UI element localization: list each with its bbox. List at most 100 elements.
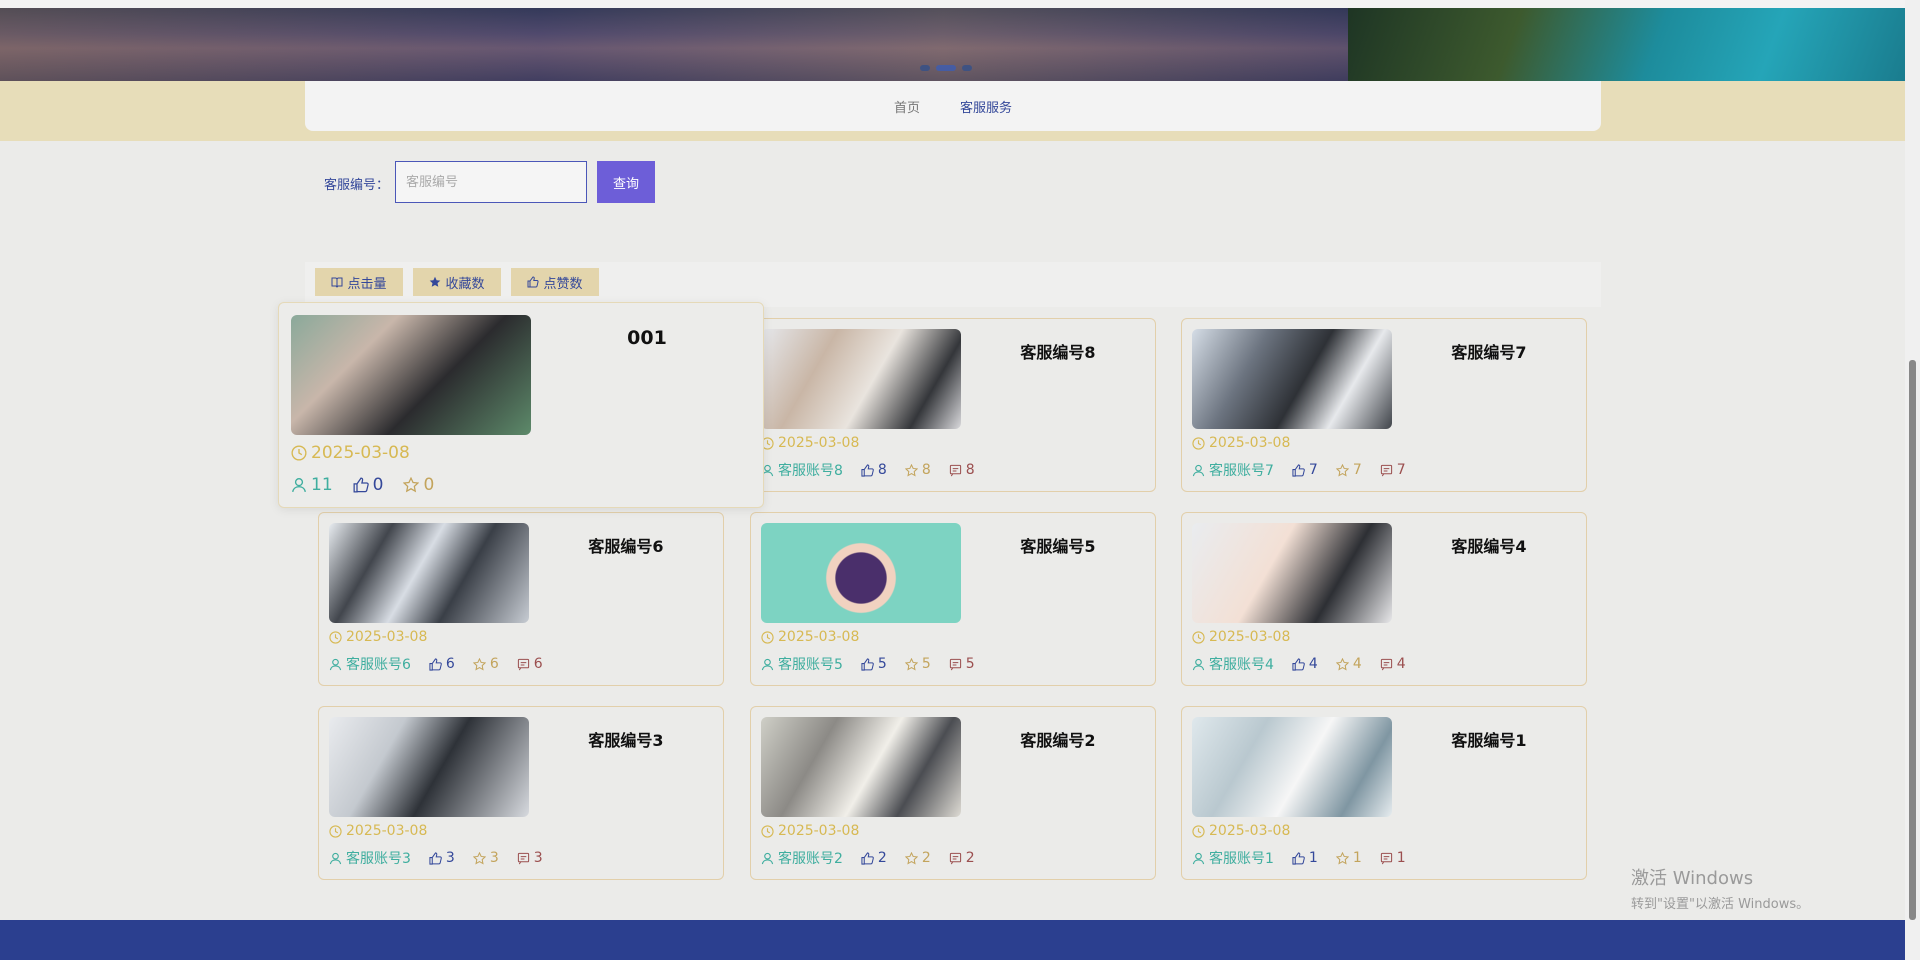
banner-carousel [0,8,1905,81]
service-card-hovered[interactable]: 001 2025-03-08 11 0 0 [278,302,764,508]
star-icon [1335,463,1349,477]
service-card[interactable]: 客服编号2 2025-03-08 客服账号2 2 2 2 [750,706,1156,880]
card-account: 客服账号7 [1192,460,1274,480]
card-date: 2025-03-08 [761,629,859,645]
card-title[interactable]: 客服编号2 [961,727,1155,751]
card-account: 客服账号4 [1192,654,1274,674]
scrollbar-thumb[interactable] [1909,360,1916,920]
card-comments-value: 4 [1396,656,1406,672]
card-photo[interactable] [291,315,531,435]
page-scrollbar[interactable] [1905,0,1920,960]
card-photo[interactable] [1192,717,1392,817]
card-title[interactable]: 客服编号8 [961,339,1155,363]
card-likes: 7 [1292,462,1318,478]
card-account-text: 客服账号7 [1209,463,1274,479]
service-card[interactable]: 客服编号6 2025-03-08 客服账号6 6 6 6 [318,512,724,686]
card-account-text: 客服账号2 [778,851,843,867]
card-photo[interactable] [329,717,529,817]
card-date-text: 2025-03-08 [1209,435,1291,451]
sort-favorites-button[interactable]: 收藏数 [413,268,501,296]
card-favorites: 6 [472,656,499,672]
thumbs-up-icon [1292,851,1305,865]
comment-icon [1380,658,1392,670]
thumbs-up-icon [429,657,442,671]
service-card[interactable]: 客服编号5 2025-03-08 客服账号5 5 5 5 [750,512,1156,686]
card-date: 2025-03-08 [329,629,427,645]
nav-home-link[interactable]: 首页 [894,97,920,116]
card-comments: 6 [517,656,543,672]
card-favorites-value: 7 [1352,462,1362,478]
sort-likes-button[interactable]: 点赞数 [511,268,599,296]
comment-icon [1380,464,1392,476]
service-card[interactable]: 客服编号8 2025-03-08 客服账号8 8 8 8 [750,318,1156,492]
service-card[interactable]: 客服编号4 2025-03-08 客服账号4 4 4 4 [1181,512,1587,686]
card-meta: 客服账号1 1 1 1 [1192,848,1406,868]
card-account: 客服账号8 [761,460,843,480]
card-account-text: 客服账号6 [346,657,411,673]
clock-icon [329,824,342,838]
card-photo[interactable] [761,523,961,623]
card-meta: 客服账号8 8 8 8 [761,460,975,480]
card-date-text: 2025-03-08 [778,629,860,645]
card-date: 2025-03-08 [1192,435,1290,451]
card-favorites-value: 0 [423,475,435,495]
card-likes: 6 [429,656,455,672]
card-meta: 客服账号7 7 7 7 [1192,460,1406,480]
service-card[interactable]: 客服编号1 2025-03-08 客服账号1 1 1 1 [1181,706,1587,880]
clock-icon [1192,630,1205,644]
card-title[interactable]: 客服编号7 [1392,339,1586,363]
user-icon [329,852,342,864]
card-photo[interactable] [761,717,961,817]
search-input[interactable] [395,161,587,203]
user-icon [1192,658,1205,670]
card-comments: 1 [1380,850,1406,866]
card-favorites-value: 1 [1352,850,1362,866]
card-title[interactable]: 客服编号3 [529,727,723,751]
card-photo[interactable] [329,523,529,623]
carousel-dot[interactable] [962,65,972,71]
clock-icon [329,630,342,644]
service-card[interactable]: 客服编号7 2025-03-08 客服账号7 7 7 7 [1181,318,1587,492]
card-likes-value: 6 [445,656,455,672]
card-account: 客服账号3 [329,848,411,868]
sort-clicks-label: 点击量 [347,276,387,292]
card-favorites-value: 3 [489,850,499,866]
sort-clicks-button[interactable]: 点击量 [315,268,403,296]
card-account: 客服账号5 [761,654,843,674]
carousel-indicators[interactable] [920,65,972,71]
nav-service-link[interactable]: 客服服务 [960,97,1012,116]
card-date-text: 2025-03-08 [1209,823,1291,839]
card-comments-value: 3 [533,850,543,866]
card-photo[interactable] [1192,523,1392,623]
user-icon [292,478,306,493]
service-card[interactable]: 客服编号3 2025-03-08 客服账号3 3 3 3 [318,706,724,880]
card-likes-value: 1 [1308,850,1318,866]
card-clicks: 11 [291,475,333,495]
card-favorites: 2 [904,850,931,866]
search-button[interactable]: 查询 [597,161,655,203]
clock-icon [761,630,774,644]
watermark-line1: 激活 Windows [1631,868,1754,889]
card-title[interactable]: 客服编号5 [961,533,1155,557]
card-comments-value: 5 [965,656,975,672]
user-icon [1192,852,1205,864]
card-likes-value: 8 [877,462,887,478]
card-likes: 0 [353,475,383,495]
card-title[interactable]: 001 [531,327,763,349]
card-title[interactable]: 客服编号1 [1392,727,1586,751]
carousel-dot-active[interactable] [936,65,956,71]
card-photo[interactable] [1192,329,1392,429]
card-title[interactable]: 客服编号4 [1392,533,1586,557]
card-title[interactable]: 客服编号6 [529,533,723,557]
carousel-dot[interactable] [920,65,930,71]
footer [0,920,1905,960]
thumbs-up-icon [429,851,442,865]
star-icon [904,463,918,477]
card-likes: 3 [429,850,455,866]
card-date: 2025-03-08 [1192,823,1290,839]
card-likes-value: 3 [445,850,455,866]
card-photo[interactable] [761,329,961,429]
thumbs-up-icon [527,276,540,288]
card-account-text: 客服账号4 [1209,657,1274,673]
card-meta: 客服账号3 3 3 3 [329,848,543,868]
